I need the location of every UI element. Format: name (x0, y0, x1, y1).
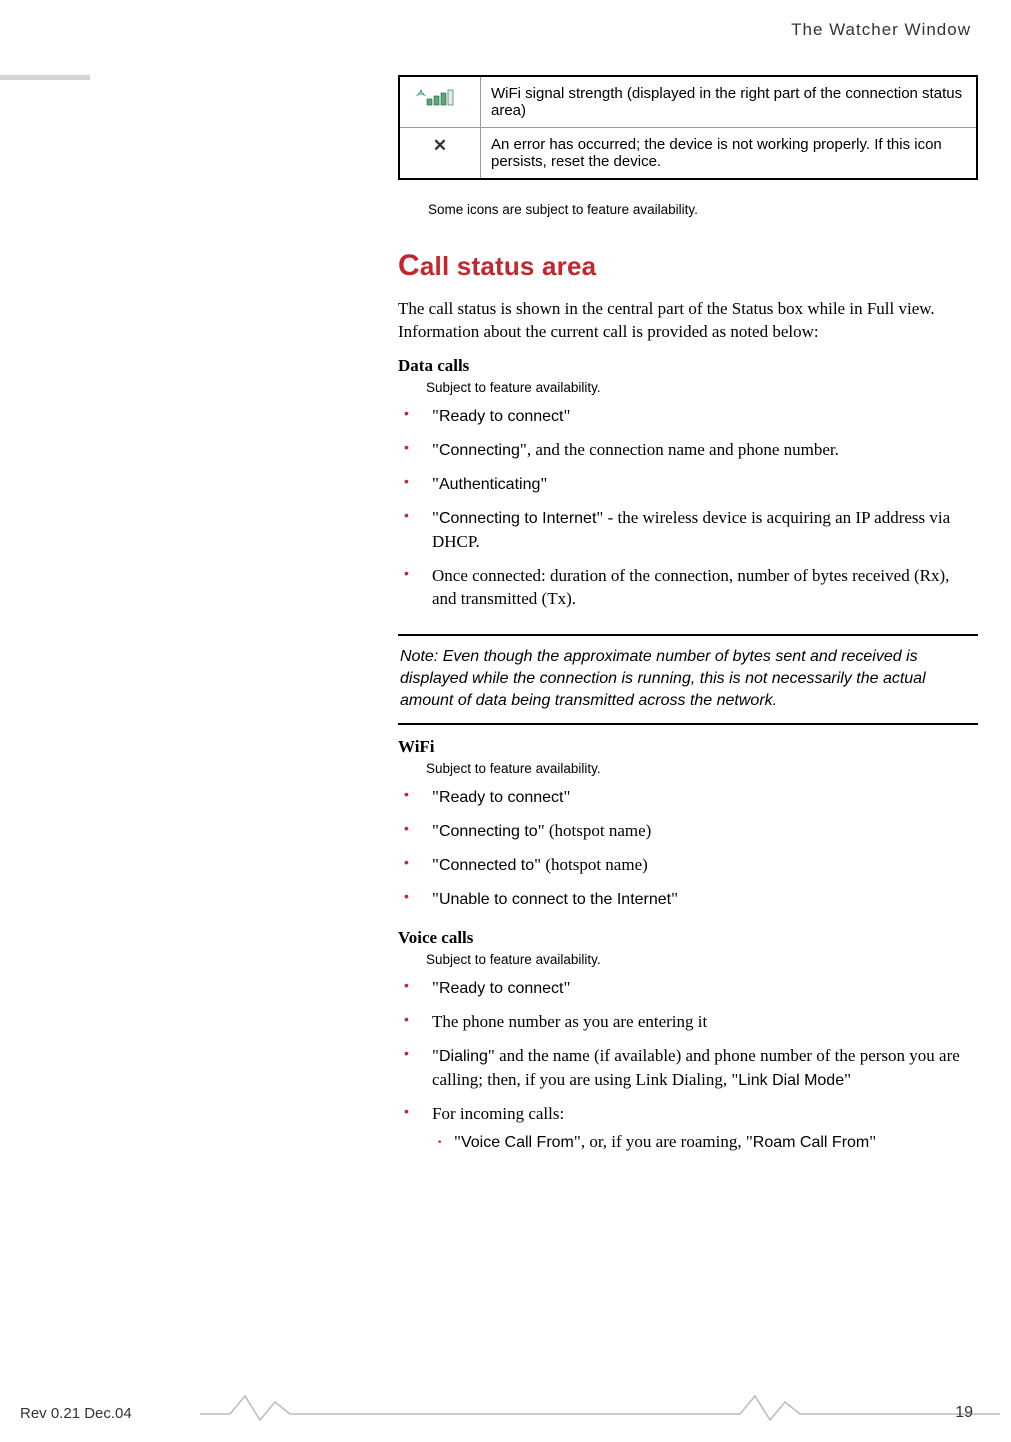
wifi-desc: WiFi signal strength (displayed in the r… (481, 76, 978, 128)
wifi-icon (415, 94, 465, 111)
main-content: WiFi signal strength (displayed in the r… (398, 75, 978, 1162)
icon-caption: Some icons are subject to feature availa… (398, 180, 978, 225)
voice-sublist: "Voice Call From", or, if you are roamin… (432, 1127, 978, 1157)
list-item: "Ready to connect" (398, 780, 978, 814)
list-item: "Connecting", and the connection name an… (398, 433, 978, 467)
error-desc: An error has occurred; the device is not… (481, 128, 978, 180)
header-title: The Watcher Window (791, 20, 971, 40)
list-item: "Voice Call From", or, if you are roamin… (432, 1127, 978, 1157)
error-icon-cell: ✕ (399, 128, 481, 180)
data-calls-list: "Ready to connect" "Connecting", and the… (398, 399, 978, 616)
note-text: Even though the approximate number of by… (400, 648, 926, 710)
list-item: "Ready to connect" (398, 971, 978, 1005)
section-heading: Call status area (398, 249, 978, 283)
voice-heading: Voice calls (398, 928, 978, 948)
table-row: WiFi signal strength (displayed in the r… (399, 76, 977, 128)
table-row: ✕ An error has occurred; the device is n… (399, 128, 977, 180)
left-margin-rule (0, 75, 90, 80)
data-calls-heading: Data calls (398, 356, 978, 376)
page-number: 19 (955, 1404, 973, 1422)
error-icon: ✕ (433, 136, 447, 155)
note-box: Note: Even though the approximate number… (398, 634, 978, 725)
footer-wave-graphic (200, 1386, 1000, 1422)
footer-rev: Rev 0.21 Dec.04 (20, 1405, 132, 1422)
wifi-heading: WiFi (398, 737, 978, 757)
list-item: "Authenticating" (398, 467, 978, 501)
list-item: "Ready to connect" (398, 399, 978, 433)
wifi-subnote: Subject to feature availability. (398, 761, 978, 776)
wifi-icon-cell (399, 76, 481, 128)
list-item: "Connecting to Internet" - the wireless … (398, 501, 978, 559)
intro-text: The call status is shown in the central … (398, 297, 978, 344)
wifi-list: "Ready to connect" "Connecting to" (hots… (398, 780, 978, 916)
icon-table: WiFi signal strength (displayed in the r… (398, 75, 978, 180)
list-item: Once connected: duration of the connecti… (398, 559, 978, 616)
footer: Rev 0.21 Dec.04 19 (20, 1392, 991, 1422)
list-item: "Dialing" and the name (if available) an… (398, 1039, 978, 1097)
note-label: Note: (400, 648, 443, 665)
list-item: "Connecting to" (hotspot name) (398, 814, 978, 848)
list-item: "Unable to connect to the Internet" (398, 882, 978, 916)
section-heading-initial: C (398, 249, 420, 282)
voice-subnote: Subject to feature availability. (398, 952, 978, 967)
section-heading-rest: all status area (420, 251, 596, 281)
voice-list: "Ready to connect" The phone number as y… (398, 971, 978, 1162)
list-item: "Connected to" (hotspot name) (398, 848, 978, 882)
list-item: For incoming calls: "Voice Call From", o… (398, 1097, 978, 1163)
list-item: The phone number as you are entering it (398, 1005, 978, 1038)
data-calls-subnote: Subject to feature availability. (398, 380, 978, 395)
